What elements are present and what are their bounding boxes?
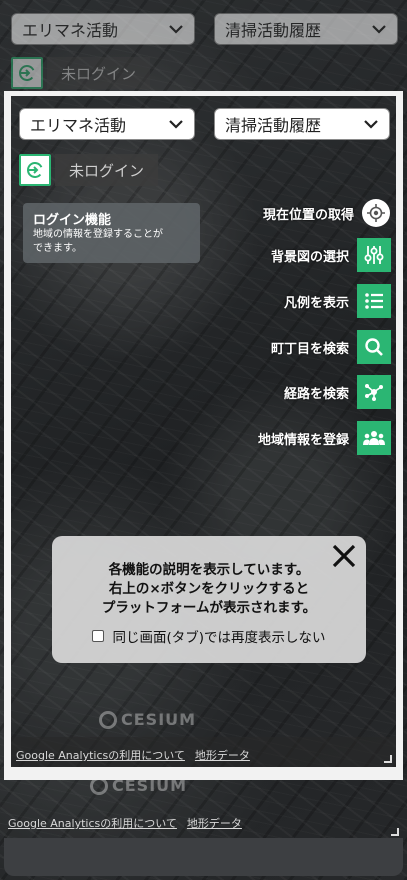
tool-current-location[interactable]: 現在位置の取得 xyxy=(193,199,393,227)
close-icon[interactable] xyxy=(330,542,358,570)
chevron-down-icon xyxy=(169,120,183,129)
activity-select-value: エリマネ活動 xyxy=(30,116,127,135)
tool-town-search[interactable]: 町丁目を検索 xyxy=(191,330,391,364)
bg-analytics-link[interactable]: Google Analyticsの利用について xyxy=(8,815,177,831)
dont-show-again-label: 同じ画面(タブ)では再度表示しない xyxy=(112,630,326,646)
footer-links: Google Analyticsの利用について 地形データ xyxy=(16,747,250,763)
sliders-icon[interactable] xyxy=(357,238,391,272)
modal-line-2: 右上の×ボタンをクリックすると xyxy=(108,581,310,597)
chevron-down-icon xyxy=(372,25,386,34)
login-label: 未ログイン xyxy=(55,154,159,186)
modal-message: 各機能の説明を表示しています。 右上の×ボタンをクリックすると プラットフォーム… xyxy=(52,561,366,618)
tool-label: 現在位置の取得 xyxy=(262,207,354,223)
bg-login-label: 未ログイン xyxy=(47,57,151,89)
group-icon[interactable] xyxy=(357,421,391,455)
chevron-down-icon xyxy=(169,25,183,34)
resize-handle[interactable] xyxy=(384,755,392,763)
login-icon xyxy=(19,154,51,186)
login-icon xyxy=(11,57,43,89)
dont-show-again-option[interactable]: 同じ画面(タブ)では再度表示しない xyxy=(52,626,366,646)
dont-show-again-checkbox[interactable] xyxy=(92,630,105,642)
tool-legend[interactable]: 凡例を表示 xyxy=(191,284,391,318)
bottom-bar xyxy=(4,838,403,876)
tool-route-search[interactable]: 経路を検索 xyxy=(191,375,391,409)
panel-map[interactable]: エリマネ活動 清掃活動履歴 未ログイン ログイン機能 地域の情報を登録することが… xyxy=(11,96,396,767)
tool-label: 地域情報を登録 xyxy=(257,432,349,448)
bg-login-button[interactable]: 未ログイン xyxy=(11,57,151,89)
tool-label: 背景図の選択 xyxy=(270,249,349,265)
list-icon[interactable] xyxy=(357,284,391,318)
tooltip-body-line1: 地域の情報を登録することが xyxy=(33,229,163,240)
cesium-logo: CESIUM xyxy=(99,710,196,729)
terrain-link[interactable]: 地形データ xyxy=(195,747,250,763)
main-panel: エリマネ活動 清掃活動履歴 未ログイン ログイン機能 地域の情報を登録することが… xyxy=(4,91,403,780)
activity-select[interactable]: エリマネ活動 xyxy=(19,108,195,140)
analytics-link[interactable]: Google Analyticsの利用について xyxy=(16,747,185,763)
tool-register-info[interactable]: 地域情報を登録 xyxy=(191,421,391,455)
bg-history-select-value: 清掃活動履歴 xyxy=(225,21,322,40)
modal-line-3: プラットフォームが表示されます。 xyxy=(101,600,317,616)
bg-activity-select[interactable]: エリマネ活動 xyxy=(11,13,195,45)
bg-history-select[interactable]: 清掃活動履歴 xyxy=(214,13,398,45)
tool-label: 経路を検索 xyxy=(283,386,349,402)
login-button[interactable]: 未ログイン xyxy=(19,154,159,186)
chevron-down-icon xyxy=(364,120,378,129)
route-icon[interactable] xyxy=(357,375,391,409)
history-select[interactable]: 清掃活動履歴 xyxy=(214,108,390,140)
history-select-value: 清掃活動履歴 xyxy=(225,116,322,135)
tool-label: 町丁目を検索 xyxy=(270,341,349,357)
locate-icon[interactable] xyxy=(362,199,390,227)
tooltip-title: ログイン機能 xyxy=(33,213,112,228)
bg-activity-select-value: エリマネ活動 xyxy=(22,21,119,40)
bg-footer-links: Google Analyticsの利用について 地形データ xyxy=(8,815,242,831)
login-tooltip: ログイン機能 地域の情報を登録することが できます。 xyxy=(23,203,200,263)
bg-terrain-link[interactable]: 地形データ xyxy=(187,815,242,831)
tool-basemap-select[interactable]: 背景図の選択 xyxy=(191,238,391,272)
tool-label: 凡例を表示 xyxy=(283,295,349,311)
tooltip-body-line2: できます。 xyxy=(33,243,82,254)
bg-resize-handle[interactable] xyxy=(391,828,399,836)
modal-line-1: 各機能の説明を表示しています。 xyxy=(108,562,310,578)
search-icon[interactable] xyxy=(357,330,391,364)
intro-modal: 各機能の説明を表示しています。 右上の×ボタンをクリックすると プラットフォーム… xyxy=(52,536,366,663)
